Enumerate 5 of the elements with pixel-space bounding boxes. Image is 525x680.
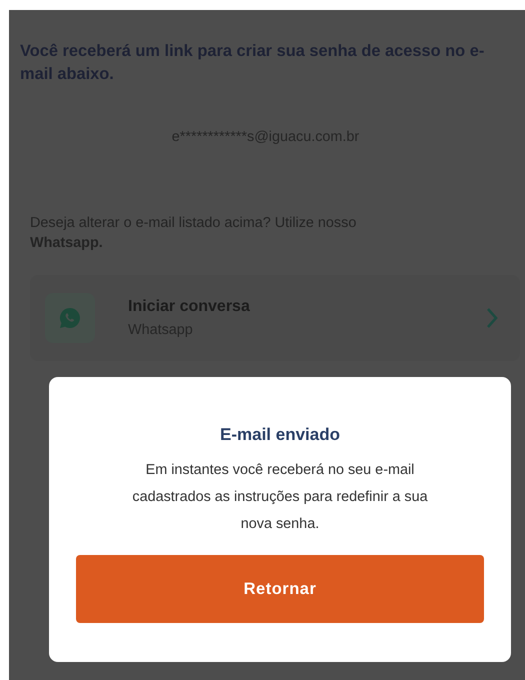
chevron-icon [486, 307, 498, 329]
return-button[interactable]: Retornar [76, 555, 484, 623]
whatsapp-icon [45, 293, 95, 343]
dialog-title: E-mail enviado [220, 425, 340, 445]
dialog-message: Em instantes você receberá no seu e-mail cadastrados as instruções para redefinir a sua nova senha. [131, 461, 429, 534]
